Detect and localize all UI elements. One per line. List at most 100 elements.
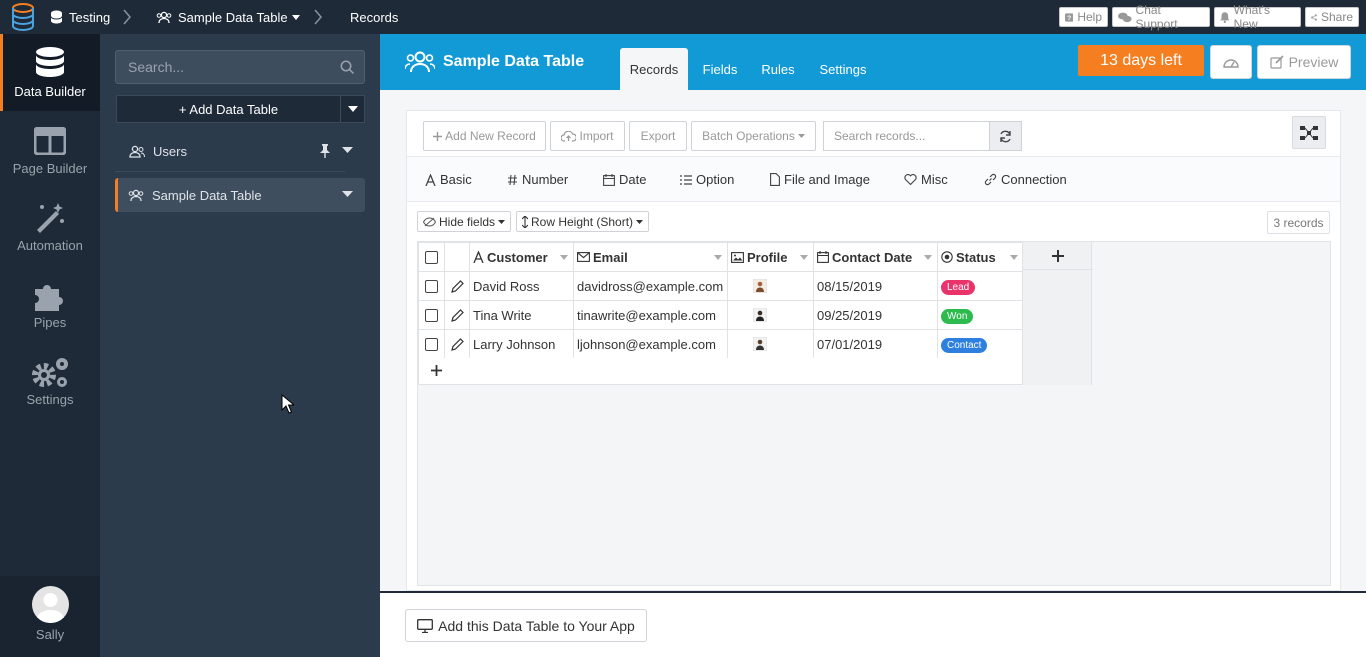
table-row[interactable]: David Ross davidross@example.com 08/15/2… (418, 271, 1024, 301)
row-height-button[interactable]: Row Height (Short) (516, 211, 650, 232)
add-table-to-app-button[interactable]: Add this Data Table to Your App (405, 609, 647, 642)
contact-date-cell[interactable]: 07/01/2019 (813, 329, 938, 359)
row-edit-cell[interactable] (444, 271, 470, 301)
add-data-table-dropdown[interactable] (341, 95, 365, 123)
caret-down-icon[interactable] (924, 255, 932, 260)
row-checkbox[interactable] (425, 308, 438, 322)
row-edit-cell[interactable] (444, 329, 470, 359)
email-cell[interactable]: ljohnson@example.com (573, 329, 728, 359)
select-all-checkbox[interactable] (425, 250, 438, 264)
import-button[interactable]: Import (550, 121, 625, 151)
nav-data-builder[interactable]: Data Builder (0, 34, 100, 111)
table-row[interactable]: Larry Johnson ljohnson@example.com 07/01… (418, 329, 1024, 359)
schema-view-button[interactable] (1292, 116, 1326, 149)
field-type-option[interactable]: Option (680, 157, 734, 202)
field-type-basic[interactable]: Basic (425, 157, 472, 202)
list-icon (680, 174, 692, 185)
chat-support-button[interactable]: Chat Support (1112, 3, 1210, 31)
nav-pipes[interactable]: Pipes (0, 265, 100, 342)
field-type-date[interactable]: Date (603, 157, 646, 202)
tab-rules[interactable]: Rules (752, 48, 804, 90)
column-status[interactable]: Status (937, 242, 1024, 272)
add-column-button[interactable] (1023, 242, 1093, 270)
row-select-cell[interactable] (418, 300, 445, 330)
column-customer[interactable]: Customer (469, 242, 574, 272)
nav-settings[interactable]: Settings (0, 342, 100, 419)
pencil-icon[interactable] (450, 337, 464, 351)
table-item-users[interactable]: Users (115, 134, 365, 168)
tab-fields[interactable]: Fields (693, 48, 747, 90)
email-cell[interactable]: tinawrite@example.com (573, 300, 728, 330)
tab-records[interactable]: Records (620, 48, 688, 90)
select-all-cell[interactable] (418, 242, 445, 272)
nav-page-builder[interactable]: Page Builder (0, 111, 100, 188)
profile-cell[interactable] (727, 271, 814, 301)
add-new-record-button[interactable]: Add New Record (423, 121, 546, 151)
mouse-cursor-icon (281, 394, 294, 414)
field-type-file-and-image[interactable]: File and Image (770, 157, 870, 202)
help-button[interactable]: ? Help (1059, 7, 1108, 27)
caret-down-icon[interactable] (342, 191, 353, 197)
tab-settings[interactable]: Settings (809, 48, 877, 90)
refresh-button[interactable] (990, 121, 1022, 151)
user-menu[interactable]: Sally (0, 576, 100, 657)
hide-fields-button[interactable]: Hide fields (417, 211, 512, 232)
field-type-connection[interactable]: Connection (984, 157, 1067, 202)
table-item-sample-data-table[interactable]: Sample Data Table (115, 178, 365, 212)
app-logo-icon[interactable] (10, 3, 36, 31)
profile-cell[interactable] (727, 300, 814, 330)
row-checkbox[interactable] (425, 279, 438, 293)
avatar[interactable] (32, 586, 69, 623)
field-type-number[interactable]: Number (507, 157, 568, 202)
customer-cell[interactable]: Larry Johnson (469, 329, 574, 359)
caret-down-icon[interactable] (1010, 255, 1018, 260)
pencil-icon[interactable] (450, 279, 464, 293)
caret-down-icon[interactable] (714, 255, 722, 260)
share-button[interactable]: Share (1305, 7, 1359, 27)
breadcrumb-table[interactable]: Sample Data Table (156, 0, 300, 34)
profile-cell[interactable] (727, 329, 814, 359)
field-type-misc[interactable]: Misc (904, 157, 948, 202)
caret-down-icon[interactable] (800, 255, 808, 260)
column-profile[interactable]: Profile (727, 242, 814, 272)
add-data-table-button[interactable]: + Add Data Table (116, 95, 341, 123)
row-select-cell[interactable] (418, 329, 445, 359)
heart-icon (904, 174, 917, 185)
pencil-icon[interactable] (450, 308, 464, 322)
dashboard-button[interactable] (1210, 45, 1252, 79)
add-row-button[interactable] (418, 358, 1023, 385)
users-icon (156, 11, 172, 24)
bell-icon (1220, 11, 1230, 23)
table-search-input[interactable]: Search... (115, 50, 365, 84)
row-select-cell[interactable] (418, 271, 445, 301)
column-contact-date[interactable]: Contact Date (813, 242, 938, 272)
table-header-row: Customer Email Profile Contact Date Stat… (418, 242, 1024, 272)
contact-date-cell[interactable]: 09/25/2019 (813, 300, 938, 330)
email-cell[interactable]: davidross@example.com (573, 271, 728, 301)
database-icon (50, 10, 63, 24)
edit-column-header (444, 242, 470, 272)
search-records-input[interactable]: Search records... (823, 121, 990, 151)
column-email[interactable]: Email (573, 242, 728, 272)
nav-automation[interactable]: Automation (0, 188, 100, 265)
status-cell[interactable]: Contact (937, 329, 1024, 359)
customer-cell[interactable]: Tina Write (469, 300, 574, 330)
export-button[interactable]: Export (629, 121, 687, 151)
caret-down-icon[interactable] (560, 255, 568, 260)
status-cell[interactable]: Won (937, 300, 1024, 330)
preview-button[interactable]: Preview (1257, 45, 1351, 79)
table-row[interactable]: Tina Write tinawrite@example.com 09/25/2… (418, 300, 1024, 330)
records-content: Add New Record Import Export Batch Opera… (380, 90, 1366, 591)
batch-operations-button[interactable]: Batch Operations (691, 121, 816, 151)
status-cell[interactable]: Lead (937, 271, 1024, 301)
trial-days-left-button[interactable]: 13 days left (1078, 45, 1204, 76)
breadcrumb-testing[interactable]: Testing (50, 0, 110, 34)
contact-date-cell[interactable]: 08/15/2019 (813, 271, 938, 301)
whats-new-button[interactable]: What's New (1214, 3, 1301, 31)
customer-cell[interactable]: David Ross (469, 271, 574, 301)
caret-down-icon[interactable] (342, 147, 353, 153)
row-checkbox[interactable] (425, 337, 438, 351)
row-edit-cell[interactable] (444, 300, 470, 330)
dashboard-icon (1223, 59, 1239, 68)
pin-icon[interactable] (319, 144, 331, 158)
